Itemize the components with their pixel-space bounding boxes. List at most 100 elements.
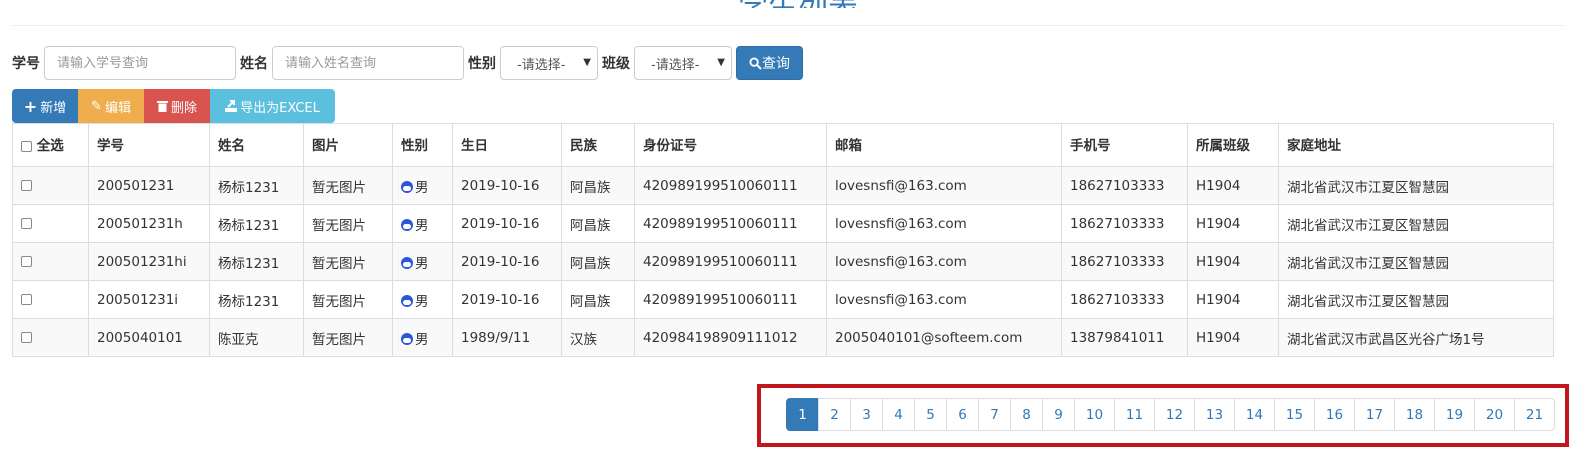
cell-address: 湖北省武汉市江夏区智慧园 [1278, 204, 1554, 243]
add-button-label: 新增 [40, 100, 67, 116]
cell-id-card: 420989199510060111 [634, 242, 827, 281]
male-avatar-icon [401, 180, 413, 193]
page-link[interactable]: 11 [1114, 398, 1155, 431]
table-row: 200501231hi 杨标1231 暂无图片 男 2019-10-16 阿昌族 42098… [12, 242, 1554, 281]
trash-icon [156, 101, 168, 112]
page-title: 学生列表 [0, 0, 1596, 8]
cell-ethnicity: 阿昌族 [561, 280, 635, 319]
page-link[interactable]: 12 [1154, 398, 1195, 431]
cell-birthday: 2019-10-16 [452, 280, 562, 319]
delete-button[interactable]: 删除 [144, 89, 210, 123]
row-checkbox[interactable] [21, 332, 32, 343]
add-button[interactable]: + 新增 [12, 89, 78, 123]
header-gender: 性别 [392, 123, 453, 167]
page-link[interactable]: 7 [978, 398, 1011, 431]
cell-address: 湖北省武汉市武昌区光谷广场1号 [1278, 318, 1554, 357]
cell-photo: 暂无图片 [303, 280, 393, 319]
cell-id: 200501231 [88, 166, 210, 205]
student-id-input[interactable] [44, 46, 236, 80]
page-link[interactable]: 2 [818, 398, 851, 431]
page-link[interactable]: 19 [1434, 398, 1475, 431]
table-header-row: 全选 学号 姓名 图片 性别 生日 民族 身份证号 邮箱 手机号 所属班级 家庭… [12, 123, 1554, 167]
page-link[interactable]: 18 [1394, 398, 1435, 431]
cell-id-card: 420984198909111012 [634, 318, 827, 357]
gender-select-value: -请选择- [517, 57, 566, 73]
header-ethnicity: 民族 [561, 123, 635, 167]
row-select-cell [12, 166, 89, 205]
row-select-cell [12, 242, 89, 281]
male-avatar-icon [401, 294, 413, 307]
cell-phone: 18627103333 [1061, 280, 1188, 319]
cell-address: 湖北省武汉市江夏区智慧园 [1278, 242, 1554, 281]
cell-id-card: 420989199510060111 [634, 204, 827, 243]
cell-photo: 暂无图片 [303, 204, 393, 243]
page-link[interactable]: 13 [1194, 398, 1235, 431]
page-link[interactable]: 4 [882, 398, 915, 431]
cell-class: H1904 [1187, 318, 1279, 357]
edit-button[interactable]: ✎ 编辑 [78, 89, 144, 123]
page-link[interactable]: 6 [946, 398, 979, 431]
page-link[interactable]: 1 [786, 398, 819, 431]
page-link[interactable]: 9 [1042, 398, 1075, 431]
cell-gender: 男 [392, 204, 453, 243]
page-link[interactable]: 14 [1234, 398, 1275, 431]
page-link[interactable]: 21 [1514, 398, 1555, 431]
header-id-card: 身份证号 [634, 123, 827, 167]
cell-gender: 男 [392, 280, 453, 319]
page-link[interactable]: 5 [914, 398, 947, 431]
row-checkbox[interactable] [21, 256, 32, 267]
page-link[interactable]: 16 [1314, 398, 1355, 431]
gender-text: 男 [415, 179, 429, 196]
cell-birthday: 2019-10-16 [452, 166, 562, 205]
search-icon [749, 56, 762, 70]
gender-text: 男 [415, 293, 429, 310]
page-link[interactable]: 10 [1074, 398, 1115, 431]
cell-name: 陈亚克 [209, 318, 304, 357]
page-link[interactable]: 8 [1010, 398, 1043, 431]
row-checkbox[interactable] [21, 180, 32, 191]
export-excel-button[interactable]: 导出为EXCEL [210, 89, 335, 123]
cell-email: lovesnsfi@163.com [826, 166, 1062, 205]
table-row: 200501231h 杨标1231 暂无图片 男 2019-10-16 阿昌族 420989… [12, 204, 1554, 243]
cell-birthday: 2019-10-16 [452, 242, 562, 281]
cell-ethnicity: 阿昌族 [561, 166, 635, 205]
row-select-cell [12, 318, 89, 357]
page-link[interactable]: 17 [1354, 398, 1395, 431]
header-birthday: 生日 [452, 123, 562, 167]
export-button-label: 导出为EXCEL [240, 100, 320, 116]
cell-gender: 男 [392, 242, 453, 281]
select-all-checkbox[interactable] [21, 140, 32, 152]
student-id-label: 学号 [12, 56, 40, 72]
table-row: 2005040101 陈亚克 暂无图片 男 1989/9/11 汉族 42098419890… [12, 318, 1554, 357]
cell-ethnicity: 阿昌族 [561, 242, 635, 281]
row-select-cell [12, 280, 89, 319]
plus-icon: + [23, 96, 38, 116]
cell-id: 200501231i [88, 280, 210, 319]
pencil-icon: ✎ [91, 98, 102, 114]
cell-id: 2005040101 [88, 318, 210, 357]
row-checkbox[interactable] [21, 218, 32, 229]
gender-select[interactable]: -请选择- ▼ [500, 46, 598, 80]
cell-phone: 18627103333 [1061, 242, 1188, 281]
page-link[interactable]: 3 [850, 398, 883, 431]
cell-birthday: 1989/9/11 [452, 318, 562, 357]
export-icon [225, 100, 238, 112]
class-select[interactable]: -请选择- ▼ [634, 46, 732, 80]
row-checkbox[interactable] [21, 294, 32, 305]
header-address: 家庭地址 [1278, 123, 1554, 167]
male-avatar-icon [401, 256, 413, 269]
cell-id-card: 420989199510060111 [634, 280, 827, 319]
cell-class: H1904 [1187, 280, 1279, 319]
cell-name: 杨标1231 [209, 166, 304, 205]
cell-email: lovesnsfi@163.com [826, 242, 1062, 281]
query-button[interactable]: 查询 [736, 46, 803, 80]
cell-id-card: 420989199510060111 [634, 166, 827, 205]
page-link[interactable]: 15 [1274, 398, 1315, 431]
select-all-header[interactable]: 全选 [12, 123, 89, 167]
action-toolbar: + 新增 ✎ 编辑 删除 导出为EXCEL [12, 89, 335, 123]
caret-down-icon: ▼ [583, 57, 591, 68]
page-link[interactable]: 20 [1474, 398, 1515, 431]
cell-phone: 13879841011 [1061, 318, 1188, 357]
name-input[interactable] [272, 46, 464, 80]
gender-text: 男 [415, 255, 429, 272]
